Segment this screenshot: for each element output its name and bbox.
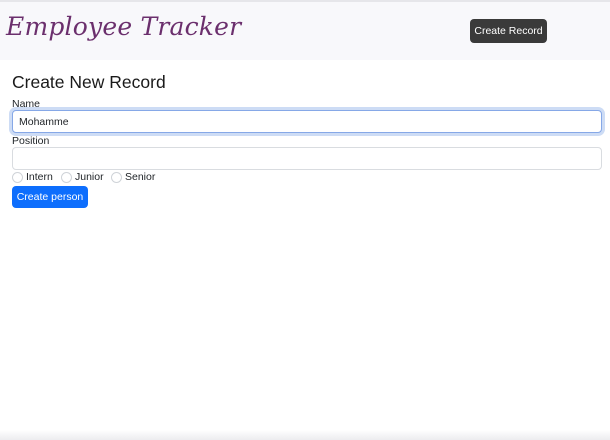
navbar: Employee Tracker Create Record bbox=[0, 0, 610, 60]
radio-senior-circle[interactable] bbox=[111, 172, 122, 183]
position-input[interactable] bbox=[12, 147, 602, 170]
brand-title[interactable]: Employee Tracker bbox=[6, 12, 241, 41]
radio-intern-circle[interactable] bbox=[12, 172, 23, 183]
page-title: Create New Record bbox=[12, 72, 166, 92]
name-label: Name bbox=[12, 98, 41, 110]
create-record-button[interactable]: Create Record bbox=[470, 19, 547, 43]
radio-junior-circle[interactable] bbox=[61, 172, 72, 183]
window-bottom-edge bbox=[0, 430, 610, 440]
level-radio-group: Intern Junior Senior bbox=[12, 171, 312, 183]
position-label: Position bbox=[12, 135, 50, 147]
radio-junior-label[interactable]: Junior bbox=[75, 171, 104, 183]
name-input[interactable] bbox=[12, 110, 602, 133]
create-person-button[interactable]: Create person bbox=[12, 186, 88, 208]
radio-intern-label[interactable]: Intern bbox=[26, 171, 53, 183]
radio-senior-label[interactable]: Senior bbox=[125, 171, 155, 183]
